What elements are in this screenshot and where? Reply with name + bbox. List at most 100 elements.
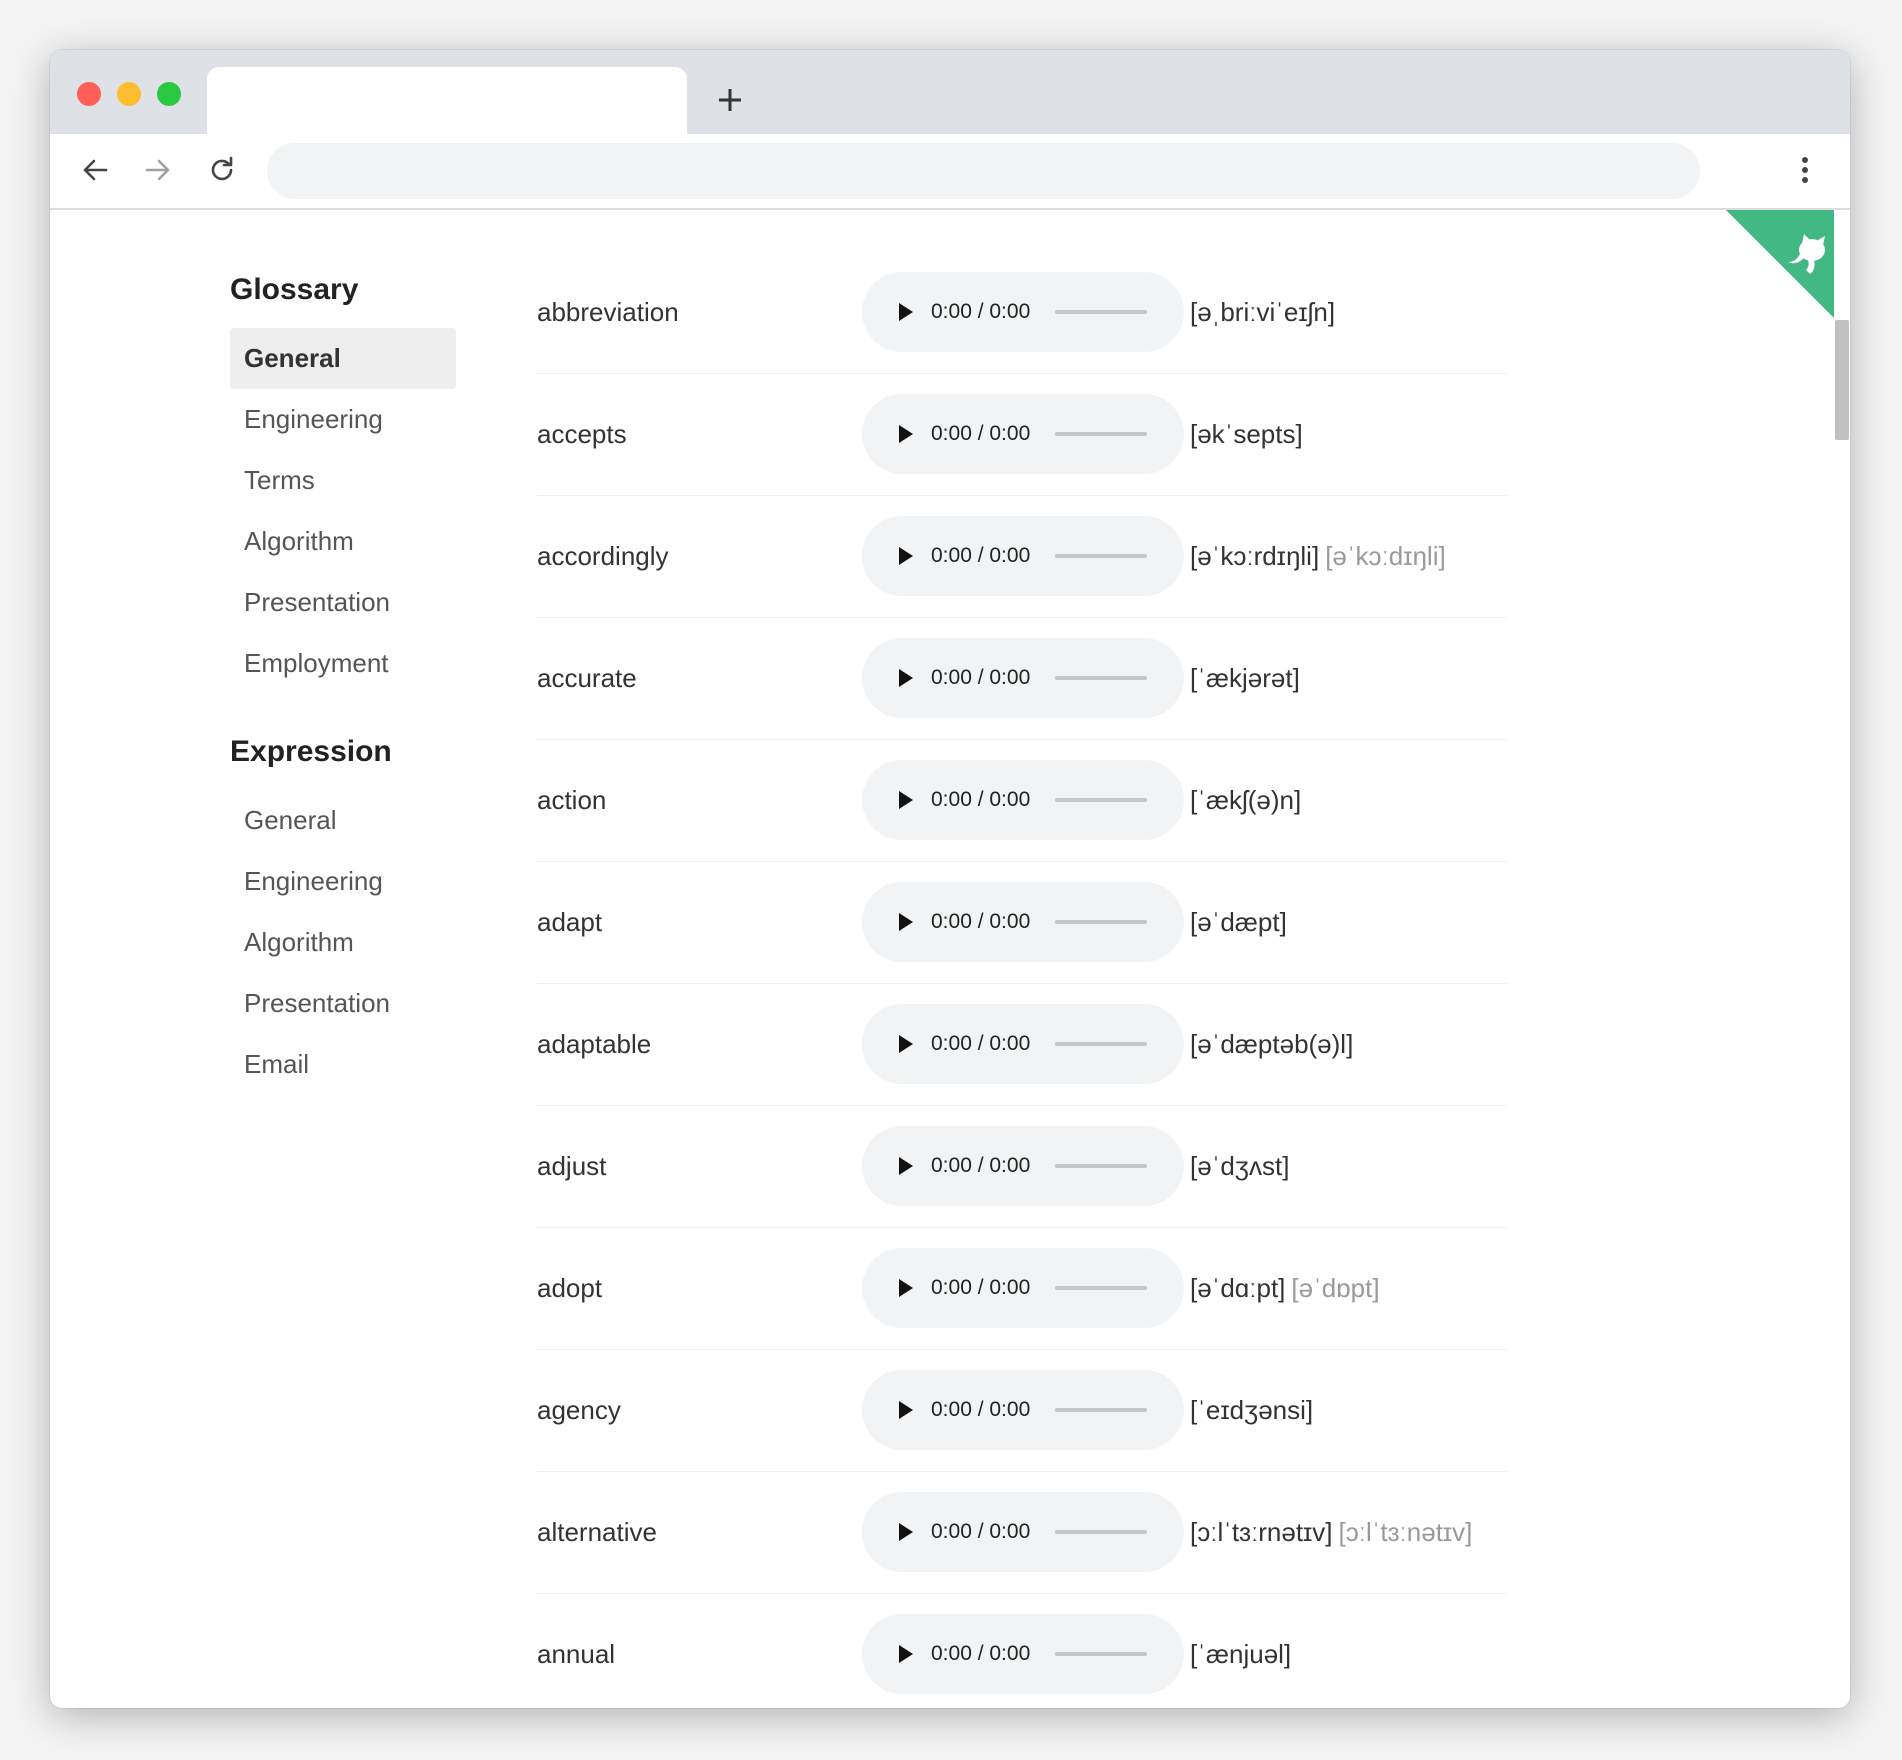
audio-player[interactable]: 0:00 / 0:00 [862, 1126, 1184, 1206]
sidebar-item-algorithm[interactable]: Algorithm [230, 511, 456, 572]
word-row: accepts 0:00 / 0:00 [əkˈsepts] [537, 374, 1507, 496]
scrollbar[interactable] [1834, 210, 1850, 1708]
github-octocat-icon [1726, 210, 1850, 334]
phonetic-us: [əˌbriːviˈeɪʃn] [1190, 297, 1336, 327]
sidebar-list: General Engineering Terms Algorithm Pres… [230, 328, 456, 694]
back-button[interactable] [73, 148, 117, 192]
sidebar-item-employment[interactable]: Employment [230, 633, 456, 694]
play-button[interactable] [888, 1636, 924, 1672]
audio-time: 0:00 / 0:00 [931, 1154, 1031, 1177]
audio-time: 0:00 / 0:00 [931, 300, 1031, 323]
word-term: annual [537, 1639, 616, 1669]
sidebar-section-glossary: Glossary General Engineering Terms Algor… [230, 270, 456, 694]
phonetic-uk: [ɔːlˈtɜːnətɪv] [1338, 1517, 1473, 1547]
play-button[interactable] [888, 416, 924, 452]
address-bar[interactable] [267, 143, 1700, 199]
phonetic: [ˈeɪdʒənsi] [1190, 1350, 1313, 1470]
play-button[interactable] [888, 1270, 924, 1306]
phonetic: [əˈdæptəb(ə)l] [1190, 984, 1353, 1104]
maximize-window-button[interactable] [157, 82, 181, 106]
sidebar-item-presentation[interactable]: Presentation [230, 572, 456, 633]
browser-menu-button[interactable] [1787, 148, 1823, 192]
phonetic-us: [əˈdæptəb(ə)l] [1190, 1029, 1354, 1059]
audio-progress-bar[interactable] [1055, 1408, 1147, 1412]
audio-player[interactable]: 0:00 / 0:00 [862, 272, 1184, 352]
audio-player[interactable]: 0:00 / 0:00 [862, 394, 1184, 474]
audio-progress-bar[interactable] [1055, 1652, 1147, 1656]
audio-time: 0:00 / 0:00 [931, 1032, 1031, 1055]
scrollbar-thumb[interactable] [1835, 320, 1849, 440]
audio-player[interactable]: 0:00 / 0:00 [862, 760, 1184, 840]
audio-player[interactable]: 0:00 / 0:00 [862, 516, 1184, 596]
browser-toolbar [50, 134, 1850, 210]
phonetic-us: [əkˈsepts] [1190, 419, 1303, 449]
audio-progress-bar[interactable] [1055, 676, 1147, 680]
audio-progress-bar[interactable] [1055, 1286, 1147, 1290]
audio-player[interactable]: 0:00 / 0:00 [862, 638, 1184, 718]
new-tab-button[interactable] [710, 80, 750, 120]
arrow-right-icon [145, 159, 170, 181]
github-corner-link[interactable] [1726, 210, 1850, 334]
sidebar-item-algorithm[interactable]: Algorithm [230, 912, 456, 973]
audio-progress-bar[interactable] [1055, 798, 1147, 802]
phonetic-us: [ˈækʃ(ə)n] [1190, 785, 1302, 815]
audio-player[interactable]: 0:00 / 0:00 [862, 1004, 1184, 1084]
audio-time: 0:00 / 0:00 [931, 422, 1031, 445]
play-button[interactable] [888, 538, 924, 574]
audio-time: 0:00 / 0:00 [931, 666, 1031, 689]
audio-player[interactable]: 0:00 / 0:00 [862, 1614, 1184, 1694]
audio-progress-bar[interactable] [1055, 554, 1147, 558]
phonetic-us: [əˈdɑːpt] [1190, 1273, 1286, 1303]
phonetic-us: [əˈdæpt] [1190, 907, 1287, 937]
play-button[interactable] [888, 1148, 924, 1184]
sidebar-list: General Engineering Algorithm Presentati… [230, 790, 456, 1095]
sidebar-item-presentation[interactable]: Presentation [230, 973, 456, 1034]
play-button[interactable] [888, 782, 924, 818]
sidebar: Glossary General Engineering Terms Algor… [230, 270, 456, 1095]
forward-button[interactable] [136, 148, 180, 192]
word-term: adapt [537, 907, 603, 937]
play-button[interactable] [888, 660, 924, 696]
audio-progress-bar[interactable] [1055, 1042, 1147, 1046]
play-button[interactable] [888, 294, 924, 330]
audio-player[interactable]: 0:00 / 0:00 [862, 1248, 1184, 1328]
play-button[interactable] [888, 904, 924, 940]
close-window-button[interactable] [77, 82, 101, 106]
minimize-window-button[interactable] [117, 82, 141, 106]
sidebar-item-terms[interactable]: Terms [230, 450, 456, 511]
more-vertical-icon [1802, 157, 1808, 183]
word-row: annual 0:00 / 0:00 [ˈænjuəl] [537, 1594, 1507, 1708]
phonetic: [əˌbriːviˈeɪʃn] [1190, 252, 1335, 372]
play-button[interactable] [888, 1026, 924, 1062]
audio-progress-bar[interactable] [1055, 1530, 1147, 1534]
sidebar-item-engineering[interactable]: Engineering [230, 389, 456, 450]
audio-player[interactable]: 0:00 / 0:00 [862, 1492, 1184, 1572]
play-button[interactable] [888, 1514, 924, 1550]
sidebar-item-engineering[interactable]: Engineering [230, 851, 456, 912]
sidebar-item-general[interactable]: General [230, 790, 456, 851]
audio-progress-bar[interactable] [1055, 1164, 1147, 1168]
audio-player[interactable]: 0:00 / 0:00 [862, 882, 1184, 962]
word-row: abbreviation 0:00 / 0:00 [əˌbriːviˈeɪʃn] [537, 252, 1507, 374]
browser-tab[interactable] [207, 67, 687, 134]
audio-progress-bar[interactable] [1055, 310, 1147, 314]
sidebar-item-general[interactable]: General [230, 328, 456, 389]
audio-time: 0:00 / 0:00 [931, 1276, 1031, 1299]
audio-time: 0:00 / 0:00 [931, 910, 1031, 933]
audio-progress-bar[interactable] [1055, 920, 1147, 924]
sidebar-heading: Expression [230, 735, 392, 768]
phonetic: [əˈkɔːrdɪŋli] [əˈkɔːdɪŋli] [1190, 496, 1446, 616]
play-icon [899, 1401, 913, 1419]
phonetic: [ˈækʃ(ə)n] [1190, 740, 1301, 860]
reload-button[interactable] [200, 148, 244, 192]
sidebar-section-expression: Expression General Engineering Algorithm… [230, 732, 456, 1095]
play-icon [899, 1523, 913, 1541]
sidebar-item-email[interactable]: Email [230, 1034, 456, 1095]
phonetic: [əˈdæpt] [1190, 862, 1287, 982]
phonetic-us: [əˈkɔːrdɪŋli] [1190, 541, 1320, 571]
audio-player[interactable]: 0:00 / 0:00 [862, 1370, 1184, 1450]
play-button[interactable] [888, 1392, 924, 1428]
phonetic: [ɔːlˈtɜːrnətɪv] [ɔːlˈtɜːnətɪv] [1190, 1472, 1472, 1592]
word-row: accurate 0:00 / 0:00 [ˈækjərət] [537, 618, 1507, 740]
audio-progress-bar[interactable] [1055, 432, 1147, 436]
